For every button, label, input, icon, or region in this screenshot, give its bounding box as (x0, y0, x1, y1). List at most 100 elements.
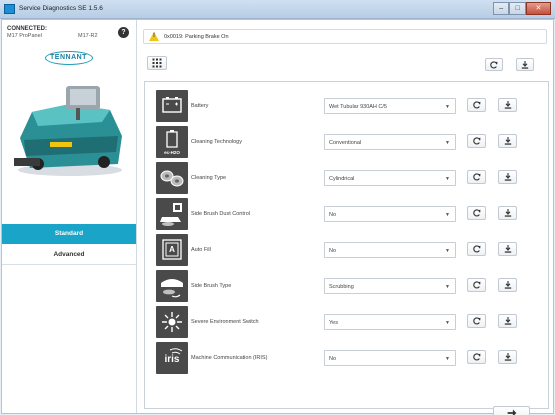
setting-label: Cleaning Type (191, 175, 227, 181)
settings-panel: Battery Wet Tubular 930AH C/5 ▼ ec-H2O C… (144, 81, 549, 409)
download-button[interactable] (498, 242, 517, 256)
refresh-icon (472, 281, 480, 289)
alert-text: 0x0019: Parking Brake On (164, 34, 229, 40)
setting-value: Wet Tubular 930AH C/5 (329, 104, 387, 110)
arrow-right-icon (507, 409, 516, 415)
grid-menu-button[interactable] (147, 56, 167, 70)
refresh-button[interactable] (467, 350, 486, 364)
caret-down-icon: ▼ (445, 176, 450, 182)
setting-row-side-brush-dust-control: Side Brush Dust Control No ▼ (156, 198, 542, 230)
download-icon (521, 60, 529, 69)
refresh-button[interactable] (467, 314, 486, 328)
download-icon (504, 317, 511, 325)
setting-label: Auto Fill (191, 247, 211, 253)
setting-select[interactable]: Conventional ▼ (324, 134, 456, 150)
setting-value: No (329, 248, 337, 254)
help-icon[interactable]: ? (118, 27, 129, 38)
caret-down-icon: ▼ (445, 248, 450, 254)
setting-row-battery: Battery Wet Tubular 930AH C/5 ▼ (156, 90, 542, 122)
app-frame: CONNECTED: M17 ProPanel M17-R2 ? TENNANT… (1, 19, 554, 415)
connection-status-label: CONNECTED: (7, 26, 47, 32)
maximize-button[interactable]: □ (509, 2, 526, 15)
severe-environment-icon (156, 306, 188, 338)
iris-icon-text: iris (164, 354, 180, 365)
setting-value: Conventional (329, 140, 362, 146)
refresh-icon (472, 137, 480, 145)
side-brush-icon (156, 270, 188, 302)
setting-select[interactable]: Scrubbing ▼ (324, 278, 456, 294)
download-button[interactable] (498, 134, 517, 148)
download-button[interactable] (498, 206, 517, 220)
refresh-icon (472, 353, 480, 361)
refresh-icon (472, 317, 480, 325)
caret-down-icon: ▼ (445, 356, 450, 362)
logo-text: TENNANT (50, 54, 87, 61)
brush-type-icon (156, 162, 188, 194)
setting-row-auto-fill: A Auto Fill No ▼ (156, 234, 542, 266)
cleaning-technology-caption: ec-H2O (164, 150, 180, 155)
download-button[interactable] (498, 278, 517, 292)
cleaning-technology-icon: ec-H2O (156, 126, 188, 158)
download-all-button[interactable] (516, 58, 534, 71)
setting-row-severe-environment-switch: Severe Environment Switch Yes ▼ (156, 306, 542, 338)
refresh-button[interactable] (467, 98, 486, 112)
download-button[interactable] (498, 314, 517, 328)
download-button[interactable] (498, 350, 517, 364)
refresh-button[interactable] (467, 170, 486, 184)
refresh-icon (472, 209, 480, 217)
download-button[interactable] (498, 98, 517, 112)
setting-row-side-brush-type: Side Brush Type Scrubbing ▼ (156, 270, 542, 302)
setting-row-machine-communication: iris Machine Communication (IRIS) No ▼ (156, 342, 542, 374)
caret-down-icon: ▼ (445, 284, 450, 290)
nav-advanced[interactable]: Advanced (2, 245, 136, 265)
setting-select[interactable]: Cylindrical ▼ (324, 170, 456, 186)
refresh-all-button[interactable] (485, 58, 503, 71)
setting-label: Cleaning Technology (191, 139, 242, 145)
iris-icon: iris (156, 342, 188, 374)
setting-value: Scrubbing (329, 284, 354, 290)
refresh-icon (472, 101, 480, 109)
dust-control-icon (156, 198, 188, 230)
setting-value: Yes (329, 320, 338, 326)
download-icon (504, 209, 511, 217)
connection-device-name: M17 ProPanel (7, 33, 42, 39)
setting-label: Severe Environment Switch (191, 319, 259, 325)
title-bar: Service Diagnostics SE 1.5.6 – □ ✕ (0, 0, 555, 19)
setting-select[interactable]: No ▼ (324, 206, 456, 222)
setting-label: Battery (191, 103, 209, 109)
alert-banner: ! 0x0019: Parking Brake On (143, 29, 547, 44)
refresh-button[interactable] (467, 242, 486, 256)
download-icon (504, 245, 511, 253)
refresh-button[interactable] (467, 206, 486, 220)
caret-down-icon: ▼ (445, 104, 450, 110)
app-icon (4, 4, 15, 14)
close-button[interactable]: ✕ (525, 2, 551, 15)
caret-down-icon: ▼ (445, 140, 450, 146)
caret-down-icon: ▼ (445, 212, 450, 218)
setting-select[interactable]: No ▼ (324, 350, 456, 366)
refresh-button[interactable] (467, 134, 486, 148)
refresh-icon (472, 173, 480, 181)
window-controls: – □ ✕ (493, 2, 551, 15)
device-id: M17-R2 (78, 33, 98, 39)
download-button[interactable] (498, 170, 517, 184)
refresh-button[interactable] (467, 278, 486, 292)
nav-standard[interactable]: Standard (2, 224, 136, 244)
setting-row-cleaning-type: Cleaning Type Cylindrical ▼ (156, 162, 542, 194)
setting-value: No (329, 212, 337, 218)
setting-select[interactable]: Yes ▼ (324, 314, 456, 330)
tennant-logo: TENNANT (45, 51, 93, 65)
setting-select[interactable]: No ▼ (324, 242, 456, 258)
setting-row-cleaning-technology: ec-H2O Cleaning Technology Conventional … (156, 126, 542, 158)
next-button[interactable] (493, 406, 530, 415)
setting-value: Cylindrical (329, 176, 355, 182)
download-icon (504, 137, 511, 145)
grid-icon (152, 58, 162, 68)
download-icon (504, 281, 511, 289)
auto-fill-icon: A (156, 234, 188, 266)
setting-value: No (329, 356, 337, 362)
machine-image (14, 86, 122, 176)
minimize-button[interactable]: – (493, 2, 510, 15)
window-title: Service Diagnostics SE 1.5.6 (19, 5, 103, 12)
setting-select[interactable]: Wet Tubular 930AH C/5 ▼ (324, 98, 456, 114)
